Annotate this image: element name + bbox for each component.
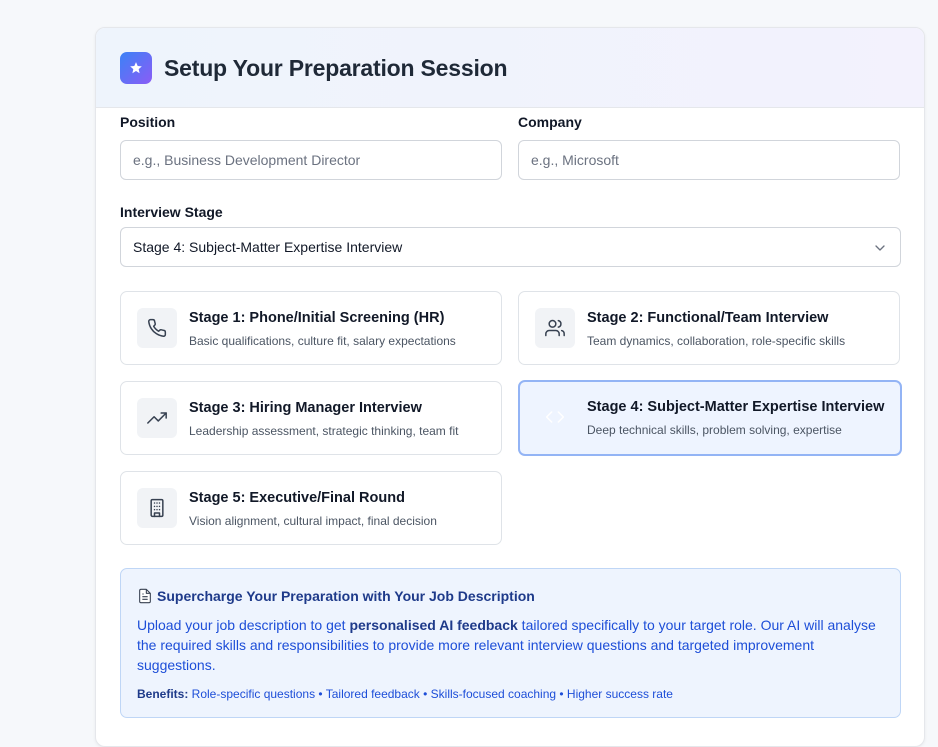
company-label: Company [518,114,582,130]
position-label: Position [120,114,176,130]
document-icon [139,588,151,604]
info-title: Supercharge Your Preparation with Your J… [137,588,535,604]
benefits-label: Benefits: [137,687,189,701]
stage-description: Basic qualifications, culture fit, salar… [189,334,456,348]
building-icon [137,488,177,528]
position-input[interactable] [120,140,502,180]
info-body-bold: personalised AI feedback [349,617,518,633]
stage-description: Deep technical skills, problem solving, … [587,423,842,437]
chevron-down-icon [875,245,885,251]
page-title: Setup Your Preparation Session [164,55,508,81]
code-icon [535,397,575,437]
interview-stage-label: Interview Stage [120,204,223,220]
stage-description: Leadership assessment, strategic thinkin… [189,424,459,438]
setup-session-card: Setup Your Preparation Session Position … [95,27,925,747]
stage-title: Stage 3: Hiring Manager Interview [189,400,422,416]
phone-icon [137,308,177,348]
interview-stage-select[interactable]: Stage 4: Subject-Matter Expertise Interv… [120,227,901,267]
stage-description: Vision alignment, cultural impact, final… [189,514,437,528]
stage-title: Stage 2: Functional/Team Interview [587,310,829,326]
stage-title: Stage 1: Phone/Initial Screening (HR) [189,310,445,326]
company-input[interactable] [518,140,900,180]
users-icon [535,308,575,348]
interview-stage-selected-value: Stage 4: Subject-Matter Expertise Interv… [133,239,403,255]
stage-card-1[interactable]: Stage 1: Phone/Initial Screening (HR) Ba… [120,291,502,365]
trending-up-icon [137,398,177,438]
sparkle-icon [120,52,152,84]
benefits-text: Role-specific questions • Tailored feedb… [188,687,673,701]
card-header: Setup Your Preparation Session [96,28,924,108]
info-body-prefix: Upload your job description to get [137,617,350,633]
stage-title: Stage 4: Subject-Matter Expertise Interv… [587,399,885,415]
stage-card-4[interactable]: Stage 4: Subject-Matter Expertise Interv… [518,380,902,456]
info-title-text: Supercharge Your Preparation with Your J… [157,588,535,604]
stage-card-2[interactable]: Stage 2: Functional/Team Interview Team … [518,291,900,365]
info-body: Upload your job description to get perso… [137,615,887,675]
stage-title: Stage 5: Executive/Final Round [189,490,405,506]
job-description-info-box: Supercharge Your Preparation with Your J… [120,568,901,718]
stage-card-5[interactable]: Stage 5: Executive/Final Round Vision al… [120,471,502,545]
stage-description: Team dynamics, collaboration, role-speci… [587,334,846,348]
benefits-line: Benefits: Role-specific questions • Tail… [137,687,673,701]
stage-card-3[interactable]: Stage 3: Hiring Manager Interview Leader… [120,381,502,455]
